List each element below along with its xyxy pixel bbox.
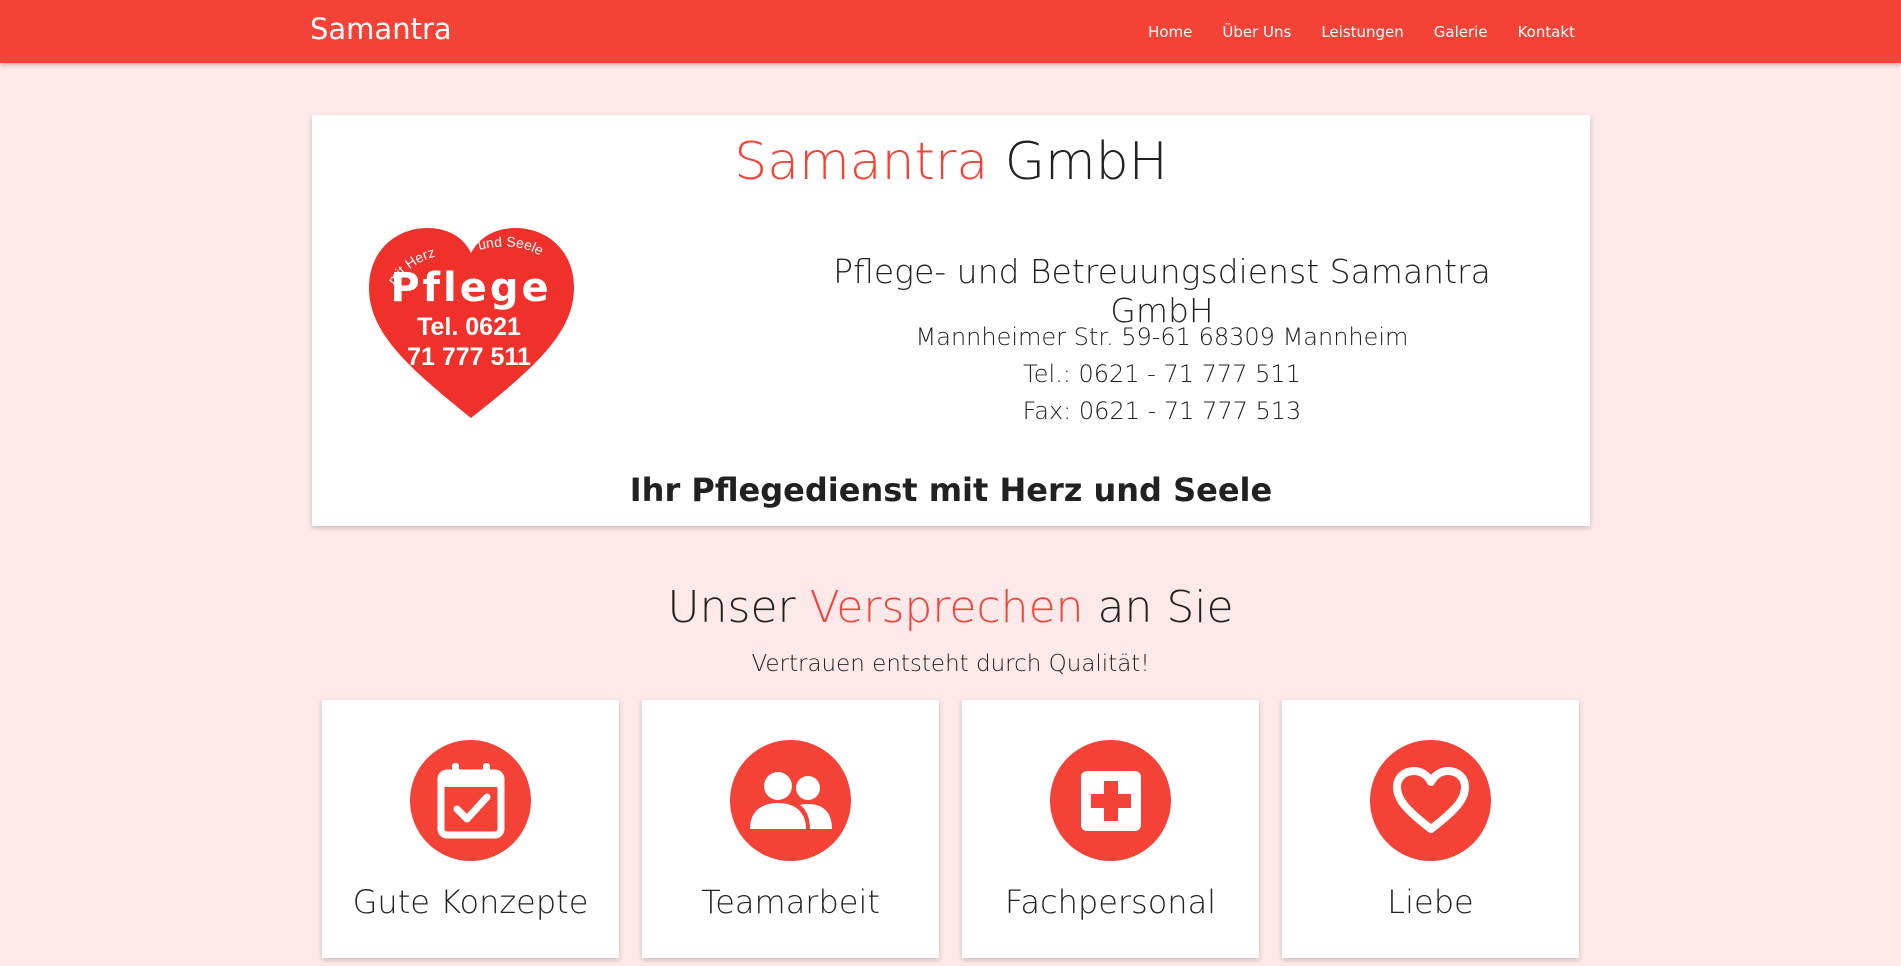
heart-logo: mit Herz und Seele Pflege Tel. 0621 71 7… [369,228,574,418]
hero-card: Samantra GmbH mit Herz und Seele Pflege … [312,115,1590,526]
heart-icon [1370,740,1491,861]
people-icon [730,740,851,861]
nav-link-home[interactable]: Home [1148,23,1192,41]
feature-label: Gute Konzepte [352,883,589,921]
feature-card-konzepte: Gute Konzepte [322,700,619,958]
contact-info: Mannheimer Str. 59-61 68309 Mannheim Tel… [792,319,1532,430]
tagline: Ihr Pflegedienst mit Herz und Seele [629,471,1273,509]
logo-tel-line2: 71 777 511 [407,343,531,371]
brand-link[interactable]: Samantra [310,12,452,46]
nav-link-leistungen[interactable]: Leistungen [1321,23,1403,41]
promise-title-post: an Sie [1083,582,1234,633]
logo-word: Pflege [390,265,551,311]
promise-title-pre: Unser [667,582,810,633]
nav-link-kontakt[interactable]: Kontakt [1518,23,1575,41]
feature-label: Liebe [1387,883,1474,921]
medical-cross-icon [1050,740,1171,861]
logo-tel-line1: Tel. 0621 [417,313,521,341]
feature-card-fachpersonal: Fachpersonal [962,700,1259,958]
feature-label: Fachpersonal [1004,883,1217,921]
top-navbar: Samantra Home Über Uns Leistungen Galeri… [0,0,1901,63]
hero-title-rest: GmbH [988,132,1168,192]
fax-line: Fax: 0621 - 71 777 513 [1022,397,1302,425]
feature-card-teamarbeit: Teamarbeit [642,700,939,958]
address-line: Mannheimer Str. 59-61 68309 Mannheim [915,323,1409,351]
promise-title: Unser Versprechen an Sie [0,582,1901,633]
nav-link-ueber-uns[interactable]: Über Uns [1222,23,1291,41]
nav-link-galerie[interactable]: Galerie [1434,23,1488,41]
promise-title-accent: Versprechen [809,582,1084,633]
calendar-check-icon [410,740,531,861]
hero-title-accent: Samantra [734,132,989,192]
phone-line: Tel.: 0621 - 71 777 511 [1023,360,1301,388]
feature-label: Teamarbeit [701,883,880,921]
hero-title: Samantra GmbH [312,132,1590,192]
promise-subtitle: Vertrauen entsteht durch Qualität! [751,651,1150,677]
feature-card-liebe: Liebe [1282,700,1579,958]
nav-menu: Home Über Uns Leistungen Galerie Kontakt [1118,22,1575,41]
